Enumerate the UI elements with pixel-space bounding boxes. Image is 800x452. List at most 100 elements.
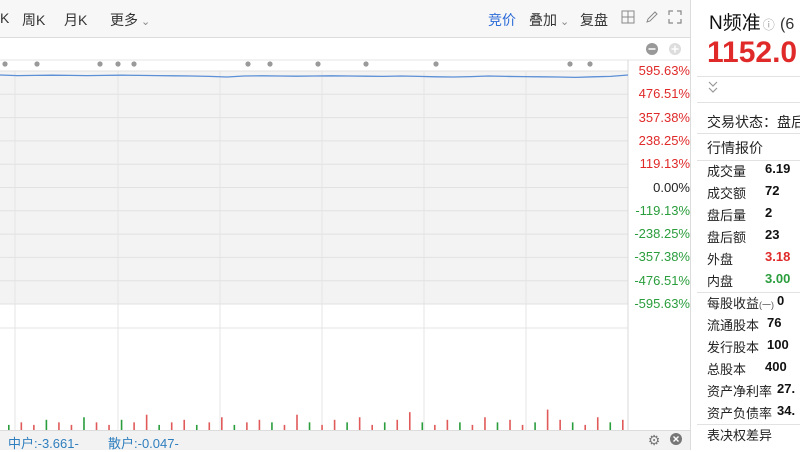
event-marker-icon	[97, 61, 103, 67]
stock-code: (6	[780, 16, 795, 33]
quote-row-value: 6.19	[765, 161, 791, 176]
retail-investor-indicator: 散户:-0.047-	[108, 436, 179, 451]
section-title: 行情报价	[707, 140, 763, 156]
bidding-button[interactable]: 竞价	[488, 10, 516, 30]
chart-area[interactable]: 595.63% 476.51% 357.38% 238.25% 119.13% 0.00%…	[0, 38, 690, 430]
trading-status: 交易状态：盘后	[707, 114, 800, 130]
volume-bar	[208, 422, 211, 430]
more-menu[interactable]: 更多 ⌄	[110, 10, 150, 30]
quote-row-label: 每股收益(一)	[707, 296, 775, 311]
quote-row-label: 盘后量	[707, 208, 747, 223]
quote-row-sublabel: (一)	[759, 300, 775, 310]
quote-row-value: 3.00	[765, 271, 791, 286]
close-icon[interactable]	[668, 432, 684, 448]
replay-button[interactable]: 复盘	[580, 10, 608, 30]
quote-row-label: 盘后额	[707, 230, 747, 245]
volume-bar	[484, 417, 486, 430]
collapse-arrows-icon[interactable]	[707, 80, 719, 99]
quote-row-label: 外盘	[707, 252, 734, 267]
quote-row-label: 成交额	[707, 186, 747, 201]
volume-bar	[396, 419, 399, 430]
event-marker-icon	[34, 61, 40, 67]
chart-header-strip	[0, 38, 690, 60]
divider	[697, 76, 800, 77]
y-tick-label: -357.38%	[634, 249, 690, 265]
chart-status-bar: 中户:-3.661- 散户:-0.047- ⚙	[0, 430, 690, 451]
y-tick-label: -238.25%	[634, 226, 690, 242]
volume-bar	[308, 422, 311, 430]
quote-row: 总股本 400	[707, 359, 800, 381]
volume-bar	[95, 422, 98, 430]
grid-icon[interactable]	[620, 10, 636, 26]
quote-row-value: 23	[765, 227, 780, 242]
quote-row-label: 总股本	[707, 362, 747, 377]
chevron-down-icon: ⌄	[560, 16, 570, 28]
stock-name: N频准 ⓘ (6	[709, 8, 794, 35]
y-tick-label: -595.63%	[634, 296, 690, 311]
quote-row-value: 76	[767, 315, 782, 330]
quote-row-value: 100	[767, 337, 789, 352]
volume-bar	[133, 422, 135, 430]
quote-row: 发行股本 100	[707, 337, 800, 359]
quote-row: 成交量 6.19	[707, 161, 800, 183]
expand-icon[interactable]	[667, 10, 683, 26]
chevron-down-icon: ⌄	[141, 16, 151, 28]
more-label: 更多	[110, 12, 138, 28]
volume-bar	[459, 422, 461, 430]
divider	[697, 102, 800, 103]
mid-investor-indicator: 中户:-3.661-	[8, 436, 79, 451]
event-marker-icon	[567, 61, 573, 67]
quote-row-value: 72	[765, 183, 780, 198]
stock-price: 1152.0	[707, 36, 798, 69]
volume-bar	[534, 422, 536, 430]
event-marker-icon	[587, 61, 593, 67]
event-marker-icon	[433, 61, 439, 67]
y-tick-label: -476.51%	[634, 272, 690, 288]
quote-row: 表决权差异	[707, 425, 800, 447]
volume-bar	[221, 417, 223, 430]
pen-icon[interactable]	[644, 10, 660, 26]
volume-bar	[383, 422, 386, 430]
volume-bar	[596, 417, 599, 430]
quote-row-value: 2	[765, 205, 773, 220]
event-marker-icon	[245, 61, 251, 67]
tab-month-k[interactable]: 月K	[64, 10, 87, 30]
volume-bar	[246, 422, 248, 430]
info-icon[interactable]: ⓘ	[763, 18, 775, 32]
quote-row: 盘后量 2	[707, 205, 800, 227]
quote-row: 外盘 3.18	[707, 249, 800, 271]
percent-chart	[0, 38, 690, 430]
event-marker-icon	[315, 61, 321, 67]
overlay-menu[interactable]: 叠加 ⌄	[529, 10, 569, 30]
tab-day-k[interactable]: K	[0, 10, 9, 26]
quote-row: 盘后额 23	[707, 227, 800, 249]
quote-row: 资产负债率 34.	[707, 403, 800, 425]
chart-toolbar: K 周K 月K 更多 ⌄ 竞价 叠加 ⌄ 复盘	[0, 0, 690, 38]
quote-row-value: 27.	[777, 381, 796, 396]
y-tick-label: 595.63%	[638, 63, 690, 78]
event-marker-icon	[2, 61, 8, 67]
volume-bar	[145, 414, 148, 430]
quote-row: 每股收益(一) 0	[707, 293, 800, 315]
volume-bar	[45, 419, 48, 430]
quote-row-value: 0	[777, 293, 785, 308]
event-marker-icon	[115, 61, 121, 67]
gear-icon[interactable]: ⚙	[646, 432, 662, 448]
y-tick-label: 476.51%	[638, 86, 690, 102]
y-tick-label: 119.13%	[639, 156, 690, 172]
volume-bar	[296, 414, 298, 430]
volume-bar	[546, 409, 549, 430]
quote-row: 成交额 72	[707, 183, 800, 205]
quote-row: 流通股本 76	[707, 315, 800, 337]
y-tick-label: 238.25%	[638, 132, 690, 148]
tab-week-k[interactable]: 周K	[22, 10, 45, 30]
volume-bar	[559, 419, 561, 430]
volume-bar	[609, 422, 612, 430]
volume-bar	[346, 422, 348, 430]
volume-bar	[421, 422, 424, 430]
volume-bar	[509, 419, 511, 430]
quote-row-label: 成交量	[707, 164, 747, 179]
volume-bar	[120, 419, 123, 430]
quote-row-label: 流通股本	[707, 318, 760, 333]
quote-row-label: 表决权差异	[707, 428, 773, 443]
